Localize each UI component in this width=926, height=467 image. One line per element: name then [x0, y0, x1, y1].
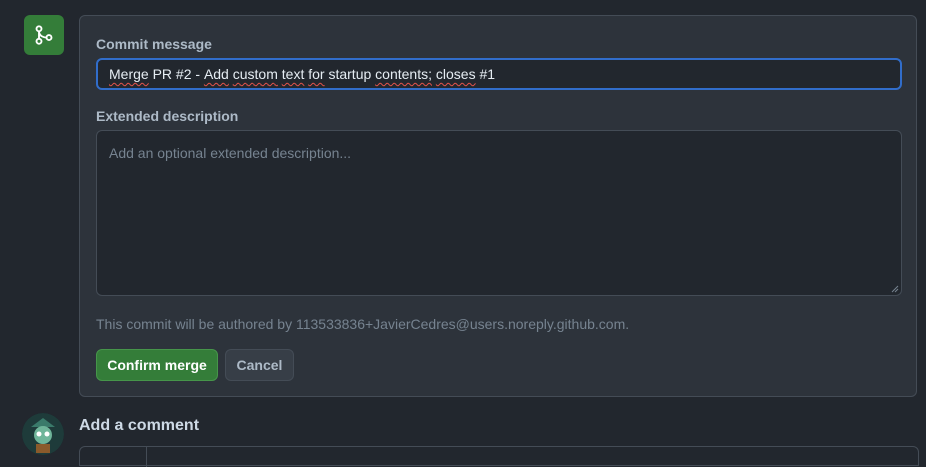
commit-message-word: text: [281, 66, 305, 82]
confirm-merge-button[interactable]: Confirm merge: [96, 349, 218, 381]
commit-message-text: startup: [324, 66, 376, 82]
comment-tab[interactable]: [80, 447, 147, 467]
resize-grip-icon[interactable]: [891, 285, 899, 293]
git-merge-icon-container: [24, 15, 64, 55]
commit-message-word: Add: [203, 66, 229, 82]
commit-message-word: contents;: [375, 66, 432, 82]
extended-description-label: Extended description: [96, 108, 239, 124]
merge-panel: Commit message Merge PR #2 - Add custom …: [79, 15, 917, 397]
author-note: This commit will be authored by 11353383…: [96, 316, 630, 332]
commit-message-word: for: [308, 66, 325, 82]
avatar[interactable]: [22, 413, 64, 455]
cancel-button[interactable]: Cancel: [225, 349, 294, 381]
commit-message-word: custom: [232, 66, 278, 82]
commit-message-input[interactable]: Merge PR #2 - Add custom text for startu…: [96, 58, 902, 90]
commit-message-label: Commit message: [96, 36, 212, 52]
extended-description-placeholder: Add an optional extended description...: [109, 145, 352, 161]
avatar-image: [22, 413, 64, 455]
git-merge-icon: [35, 25, 53, 45]
commit-message-word: Merge: [109, 66, 149, 82]
commit-message-word: closes: [435, 66, 476, 82]
commit-message-text: PR #2 -: [148, 66, 204, 82]
commit-message-text: #1: [475, 66, 496, 82]
add-comment-heading: Add a comment: [79, 417, 200, 434]
comment-editor[interactable]: [79, 446, 919, 467]
extended-description-textarea[interactable]: Add an optional extended description...: [96, 130, 902, 296]
